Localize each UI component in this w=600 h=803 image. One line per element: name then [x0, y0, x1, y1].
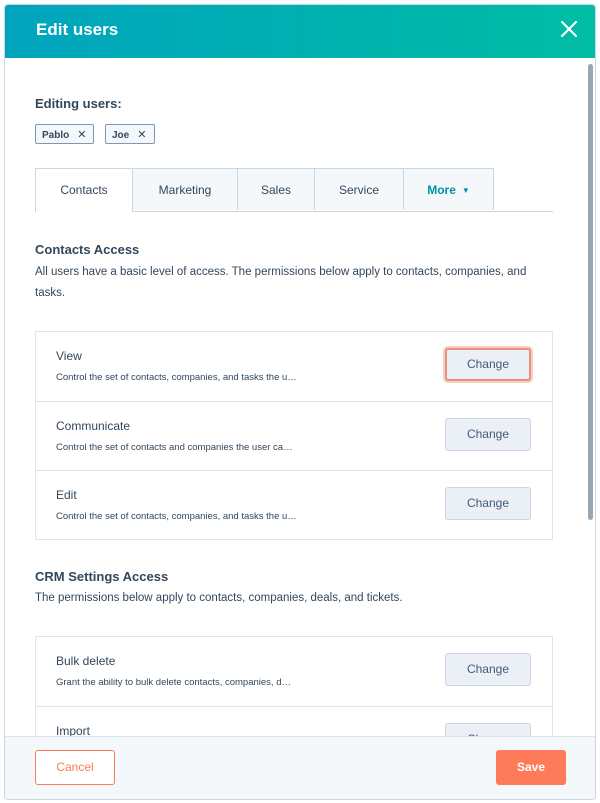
- cancel-button[interactable]: Cancel: [35, 750, 115, 785]
- tab-label: Marketing: [158, 183, 212, 197]
- permission-row-view: View Control the set of contacts, compan…: [36, 332, 552, 401]
- modal-header: Edit users: [5, 5, 595, 58]
- permission-name: Communicate: [56, 419, 131, 433]
- crm-permissions-list: Bulk delete Grant the ability to bulk de…: [35, 636, 553, 737]
- editing-users-label: Editing users:: [35, 96, 122, 111]
- contacts-access-title: Contacts Access: [35, 242, 140, 257]
- user-chip-label: Pablo: [42, 130, 70, 141]
- change-edit-button[interactable]: Change: [445, 487, 531, 520]
- tab-label: Contacts: [60, 183, 108, 197]
- permission-description: Grant the ability to bulk delete contact…: [56, 677, 291, 688]
- crm-settings-access-description: The permissions below apply to contacts,…: [35, 592, 403, 604]
- remove-icon[interactable]: ✕: [137, 125, 146, 145]
- caret-down-icon: ▼: [461, 185, 470, 195]
- tab-marketing[interactable]: Marketing: [132, 168, 238, 210]
- modal-title: Edit users: [36, 20, 119, 39]
- change-bulk-delete-button[interactable]: Change: [445, 653, 531, 686]
- modal-body[interactable]: Editing users: Pablo ✕ Joe ✕ Contacts Mark…: [5, 58, 595, 737]
- permission-row-edit: Edit Control the set of contacts, compan…: [36, 470, 552, 540]
- change-view-button[interactable]: Change: [445, 348, 531, 381]
- tab-service[interactable]: Service: [314, 168, 404, 210]
- remove-icon[interactable]: ✕: [77, 125, 86, 145]
- tab-label: Sales: [260, 183, 292, 197]
- user-chip-joe: Joe ✕: [105, 124, 155, 144]
- tab-contacts[interactable]: Contacts: [35, 168, 133, 212]
- permission-tabs: Contacts Marketing Sales Service More ▼: [35, 168, 553, 212]
- permission-row-bulk-delete: Bulk delete Grant the ability to bulk de…: [36, 637, 552, 706]
- permission-row-communicate: Communicate Control the set of contacts …: [36, 401, 552, 471]
- modal-footer: Cancel Save: [5, 736, 595, 799]
- permission-description: Control the set of contacts, companies, …: [56, 511, 297, 522]
- tab-sales[interactable]: Sales: [237, 168, 315, 210]
- change-import-button[interactable]: Change: [445, 723, 531, 737]
- tab-more[interactable]: More ▼: [403, 168, 494, 210]
- permission-row-import: Import Change: [36, 706, 552, 737]
- tab-label: More: [427, 183, 456, 197]
- tab-label: Service: [338, 183, 379, 197]
- permission-description: Control the set of contacts and companie…: [56, 442, 293, 453]
- permission-name: Edit: [56, 488, 77, 502]
- permission-name: View: [56, 349, 82, 363]
- user-chip-label: Joe: [112, 130, 130, 141]
- user-chip-pablo: Pablo ✕: [35, 124, 94, 144]
- permission-description: Control the set of contacts, companies, …: [56, 372, 297, 383]
- permission-name: Bulk delete: [56, 654, 116, 668]
- scrollbar[interactable]: [588, 64, 593, 520]
- edit-users-modal: Edit users Editing users: Pablo ✕ Joe ✕ Co…: [4, 4, 596, 800]
- close-icon[interactable]: [557, 17, 581, 41]
- contacts-permissions-list: View Control the set of contacts, compan…: [35, 331, 553, 540]
- contacts-access-description: All users have a basic level of access. …: [35, 266, 527, 299]
- change-communicate-button[interactable]: Change: [445, 418, 531, 451]
- save-button[interactable]: Save: [496, 750, 566, 785]
- crm-settings-access-title: CRM Settings Access: [35, 569, 169, 584]
